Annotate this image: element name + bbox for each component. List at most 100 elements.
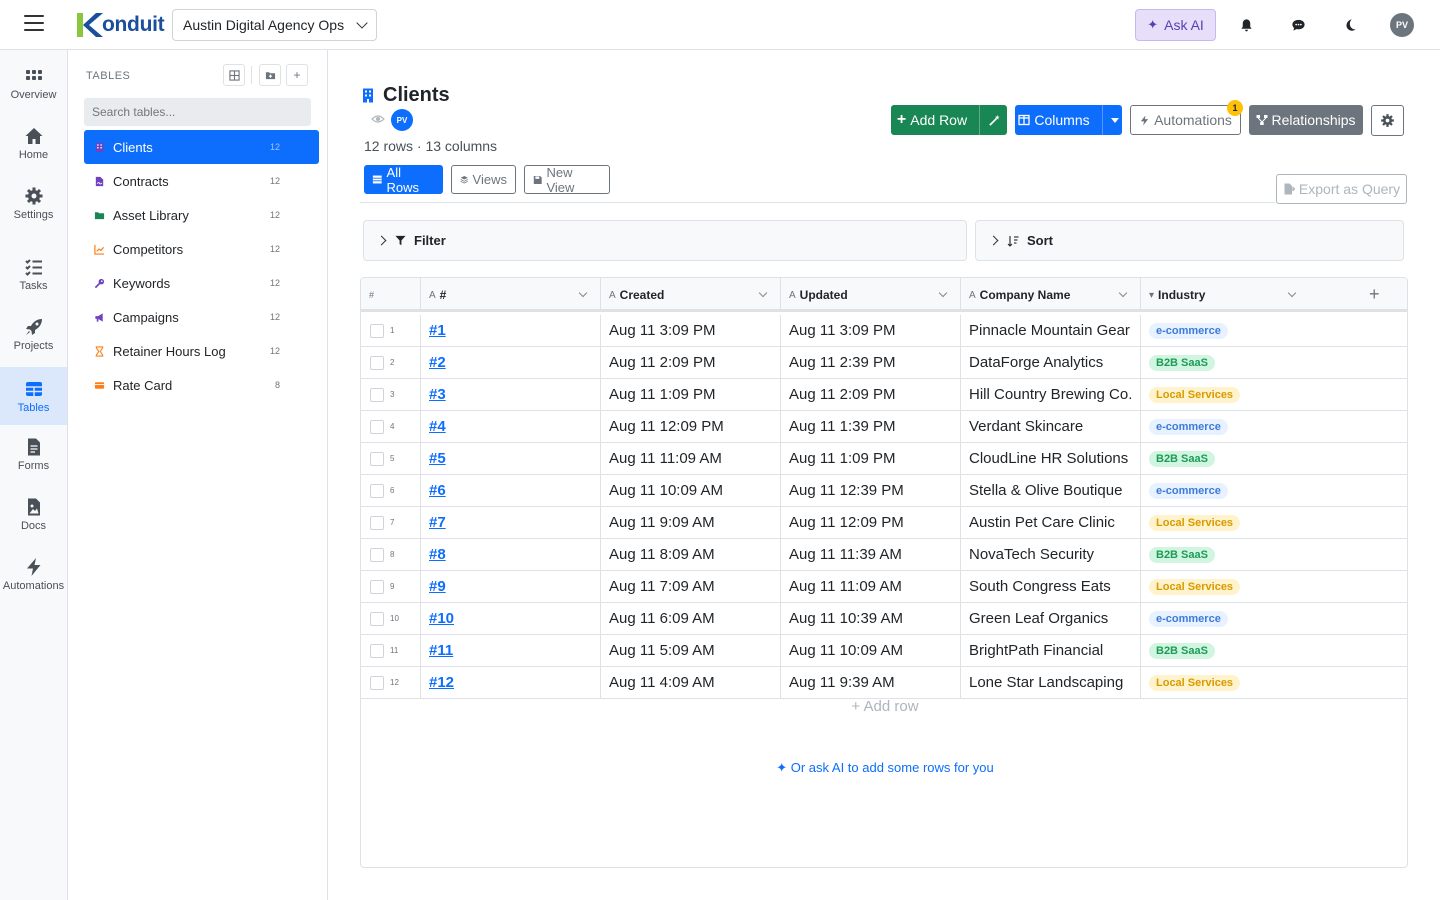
cell-created[interactable]: Aug 11 1:09 PM	[601, 379, 781, 410]
cell-industry[interactable]: e-commerce`	[1141, 603, 1407, 634]
cell-id[interactable]: #1	[421, 315, 601, 346]
table-row[interactable]: 4 #4 Aug 11 12:09 PM Aug 11 1:39 PM Verdant …	[361, 411, 1407, 443]
cell-created[interactable]: Aug 11 5:09 AM	[601, 635, 781, 666]
cell-id[interactable]: #10	[421, 603, 601, 634]
column-header-industry[interactable]: ▾ Industry	[1141, 278, 1309, 312]
record-link[interactable]: #1	[429, 322, 446, 339]
record-link[interactable]: #5	[429, 450, 446, 467]
record-link[interactable]: #3	[429, 386, 446, 403]
cell-created[interactable]: Aug 11 6:09 AM	[601, 603, 781, 634]
ask-ai-button[interactable]: ✦ Ask AI	[1135, 9, 1216, 41]
add-row-link[interactable]: + Add row	[361, 698, 1407, 715]
table-row[interactable]: 7 #7 Aug 11 9:09 AM Aug 11 12:09 PM Austin P…	[361, 507, 1407, 539]
cell-updated[interactable]: Aug 11 12:09 PM	[781, 507, 961, 538]
cell-industry[interactable]: e-commerce`	[1141, 315, 1407, 346]
bell-icon[interactable]	[1236, 15, 1256, 35]
cell-company-name[interactable]: Verdant Skincare	[961, 411, 1141, 442]
row-checkbox[interactable]	[370, 612, 384, 626]
export-query-button[interactable]: Export as Query	[1276, 174, 1407, 204]
record-link[interactable]: #7	[429, 514, 446, 531]
nav-automations[interactable]: Automations	[0, 545, 67, 603]
cell-created[interactable]: Aug 11 12:09 PM	[601, 411, 781, 442]
nav-projects[interactable]: Projects	[0, 305, 67, 363]
table-item-rate-card[interactable]: Rate Card 8	[84, 368, 319, 402]
table-row[interactable]: 8 #8 Aug 11 8:09 AM Aug 11 11:39 AM NovaTech…	[361, 539, 1407, 571]
cell-id[interactable]: #8	[421, 539, 601, 570]
cell-updated[interactable]: Aug 11 12:39 PM	[781, 475, 961, 506]
cell-created[interactable]: Aug 11 7:09 AM	[601, 571, 781, 602]
record-link[interactable]: #4	[429, 418, 446, 435]
cell-company-name[interactable]: Pinnacle Mountain Gear	[961, 315, 1141, 346]
table-item-retainer-hours-log[interactable]: Retainer Hours Log 12	[84, 334, 319, 368]
cell-created[interactable]: Aug 11 11:09 AM	[601, 443, 781, 474]
cell-company-name[interactable]: Green Leaf Organics	[961, 603, 1141, 634]
add-column-button[interactable]: +	[1369, 284, 1380, 305]
menu-icon[interactable]	[24, 15, 44, 33]
cell-industry[interactable]: Local Services`	[1141, 667, 1407, 698]
nav-docs[interactable]: Docs	[0, 485, 67, 543]
cell-company-name[interactable]: CloudLine HR Solutions	[961, 443, 1141, 474]
workspace-selector[interactable]: Austin Digital Agency Ops	[172, 9, 377, 41]
row-checkbox[interactable]	[370, 676, 384, 690]
moon-icon[interactable]	[1340, 15, 1360, 35]
cell-industry[interactable]: B2B SaaS`	[1141, 539, 1407, 570]
table-row[interactable]: 10 #10 Aug 11 6:09 AM Aug 11 10:39 AM Green …	[361, 603, 1407, 635]
table-row[interactable]: 9 #9 Aug 11 7:09 AM Aug 11 11:09 AM South Co…	[361, 571, 1407, 603]
logo[interactable]: onduit	[74, 10, 165, 40]
row-checkbox[interactable]	[370, 356, 384, 370]
table-row[interactable]: 12 #12 Aug 11 4:09 AM Aug 11 9:39 AM Lone St…	[361, 667, 1407, 699]
cell-created[interactable]: Aug 11 4:09 AM	[601, 667, 781, 698]
row-checkbox[interactable]	[370, 580, 384, 594]
chevron-down-icon[interactable]	[1287, 288, 1297, 298]
table-item-competitors[interactable]: Competitors 12	[84, 232, 319, 266]
filter-panel[interactable]: Filter	[363, 220, 967, 261]
row-checkbox[interactable]	[370, 324, 384, 338]
cell-id[interactable]: #12	[421, 667, 601, 698]
chevron-down-icon[interactable]	[758, 288, 768, 298]
row-checkbox[interactable]	[370, 516, 384, 530]
all-rows-tab[interactable]: All Rows	[364, 165, 443, 195]
row-checkbox[interactable]	[370, 548, 384, 562]
cell-id[interactable]: #3	[421, 379, 601, 410]
cell-updated[interactable]: Aug 11 9:39 AM	[781, 667, 961, 698]
record-link[interactable]: #9	[429, 578, 446, 595]
nav-overview[interactable]: Overview	[0, 54, 67, 112]
table-item-campaigns[interactable]: Campaigns 12	[84, 300, 319, 334]
nav-tables[interactable]: Tables	[0, 367, 67, 425]
table-grid-button[interactable]	[223, 64, 245, 86]
magic-wand-icon[interactable]	[988, 114, 1001, 127]
cell-industry[interactable]: B2B SaaS`	[1141, 347, 1407, 378]
nav-home[interactable]: Home	[0, 114, 67, 172]
ask-ai-rows-link[interactable]: ✦ Or ask AI to add some rows for you	[361, 760, 1407, 776]
cell-created[interactable]: Aug 11 10:09 AM	[601, 475, 781, 506]
cell-created[interactable]: Aug 11 2:09 PM	[601, 347, 781, 378]
views-button[interactable]: Views	[451, 165, 516, 194]
nav-settings[interactable]: Settings	[0, 174, 67, 232]
cell-updated[interactable]: Aug 11 10:09 AM	[781, 635, 961, 666]
cell-created[interactable]: Aug 11 3:09 PM	[601, 315, 781, 346]
cell-id[interactable]: #6	[421, 475, 601, 506]
table-item-asset-library[interactable]: Asset Library 12	[84, 198, 319, 232]
new-folder-button[interactable]	[259, 64, 281, 86]
table-item-keywords[interactable]: Keywords 12	[84, 266, 319, 300]
nav-tasks[interactable]: Tasks	[0, 245, 67, 303]
record-link[interactable]: #8	[429, 546, 446, 563]
cell-industry[interactable]: e-commerce`	[1141, 411, 1407, 442]
cell-created[interactable]: Aug 11 9:09 AM	[601, 507, 781, 538]
cell-id[interactable]: #5	[421, 443, 601, 474]
owner-avatar[interactable]: PV	[391, 109, 413, 131]
row-checkbox[interactable]	[370, 420, 384, 434]
cell-created[interactable]: Aug 11 8:09 AM	[601, 539, 781, 570]
cell-company-name[interactable]: DataForge Analytics	[961, 347, 1141, 378]
cell-id[interactable]: #11	[421, 635, 601, 666]
row-checkbox[interactable]	[370, 484, 384, 498]
column-header-updated[interactable]: A Updated	[781, 278, 961, 312]
cell-company-name[interactable]: South Congress Eats	[961, 571, 1141, 602]
cell-id[interactable]: #2	[421, 347, 601, 378]
cell-id[interactable]: #4	[421, 411, 601, 442]
table-row[interactable]: 5 #5 Aug 11 11:09 AM Aug 11 1:09 PM CloudLin…	[361, 443, 1407, 475]
table-row[interactable]: 6 #6 Aug 11 10:09 AM Aug 11 12:39 PM Stella …	[361, 475, 1407, 507]
cell-company-name[interactable]: Hill Country Brewing Co.	[961, 379, 1141, 410]
column-header-company-name[interactable]: A Company Name	[961, 278, 1141, 312]
row-checkbox[interactable]	[370, 388, 384, 402]
